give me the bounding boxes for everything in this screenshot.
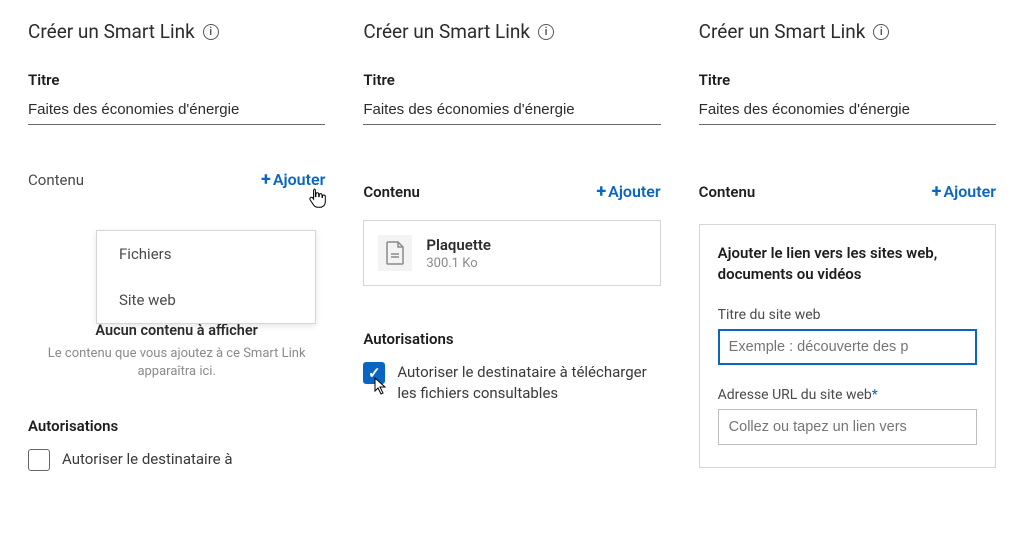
panel-heading: Créer un Smart Link i xyxy=(363,20,660,43)
empty-content-title: Aucun contenu à afficher xyxy=(28,322,325,339)
ajouter-button[interactable]: + Ajouter xyxy=(932,181,996,202)
titre-label: Titre xyxy=(699,71,996,89)
allow-download-label: Autoriser le destinataire à télécharger … xyxy=(397,362,660,404)
ajouter-dropdown: Fichiers Site web xyxy=(96,230,316,324)
autorisations-heading: Autorisations xyxy=(28,417,325,435)
allow-download-label: Autoriser le destinataire à xyxy=(62,449,233,470)
site-title-label: Titre du site web xyxy=(718,307,977,323)
heading-text: Créer un Smart Link xyxy=(363,20,530,43)
ajouter-label: Ajouter xyxy=(943,182,996,201)
add-link-card: Ajouter le lien vers les sites web, docu… xyxy=(699,224,996,468)
contenu-label: Contenu xyxy=(699,183,756,201)
dropdown-item-siteweb[interactable]: Site web xyxy=(97,277,315,323)
info-icon[interactable]: i xyxy=(538,24,554,40)
cursor-arrow-icon xyxy=(374,377,388,395)
site-title-input[interactable] xyxy=(718,329,977,365)
required-asterisk: * xyxy=(872,387,878,403)
plus-icon: + xyxy=(932,181,942,202)
titre-label: Titre xyxy=(363,71,660,89)
add-link-heading: Ajouter le lien vers les sites web, docu… xyxy=(718,243,977,285)
heading-text: Créer un Smart Link xyxy=(28,20,195,43)
titre-input[interactable] xyxy=(28,97,325,125)
contenu-label: Contenu xyxy=(363,183,420,201)
allow-download-checkbox[interactable]: ✓ xyxy=(363,362,385,384)
site-url-label: Adresse URL du site web* xyxy=(718,387,977,403)
contenu-label: Contenu xyxy=(28,171,84,189)
panel-create-2: Créer un Smart Link i Titre Contenu + Aj… xyxy=(363,20,660,534)
allow-download-checkbox[interactable] xyxy=(28,449,50,471)
heading-text: Créer un Smart Link xyxy=(699,20,866,43)
plus-icon: + xyxy=(261,169,271,190)
autorisations-heading: Autorisations xyxy=(363,330,660,348)
ajouter-button[interactable]: + Ajouter xyxy=(596,181,660,202)
titre-input[interactable] xyxy=(363,97,660,125)
panel-heading: Créer un Smart Link i xyxy=(699,20,996,43)
panel-create-1: Créer un Smart Link i Titre Contenu + Aj… xyxy=(28,20,325,534)
file-card[interactable]: Plaquette 300.1 Ko xyxy=(363,220,660,286)
file-icon xyxy=(378,235,412,271)
panel-create-3: Créer un Smart Link i Titre Contenu + Aj… xyxy=(699,20,996,534)
site-url-input[interactable] xyxy=(718,409,977,445)
ajouter-button[interactable]: + Ajouter xyxy=(261,169,325,190)
file-name: Plaquette xyxy=(426,236,491,254)
panel-heading: Créer un Smart Link i xyxy=(28,20,325,43)
site-url-label-text: Adresse URL du site web xyxy=(718,387,872,403)
info-icon[interactable]: i xyxy=(873,24,889,40)
titre-label: Titre xyxy=(28,71,325,89)
dropdown-item-fichiers[interactable]: Fichiers xyxy=(97,231,315,277)
plus-icon: + xyxy=(596,181,606,202)
cursor-hand-icon xyxy=(307,187,327,209)
file-size: 300.1 Ko xyxy=(426,256,491,271)
titre-input[interactable] xyxy=(699,97,996,125)
ajouter-label: Ajouter xyxy=(608,182,661,201)
empty-content-subtitle: Le contenu que vous ajoutez à ce Smart L… xyxy=(28,345,325,381)
info-icon[interactable]: i xyxy=(203,24,219,40)
